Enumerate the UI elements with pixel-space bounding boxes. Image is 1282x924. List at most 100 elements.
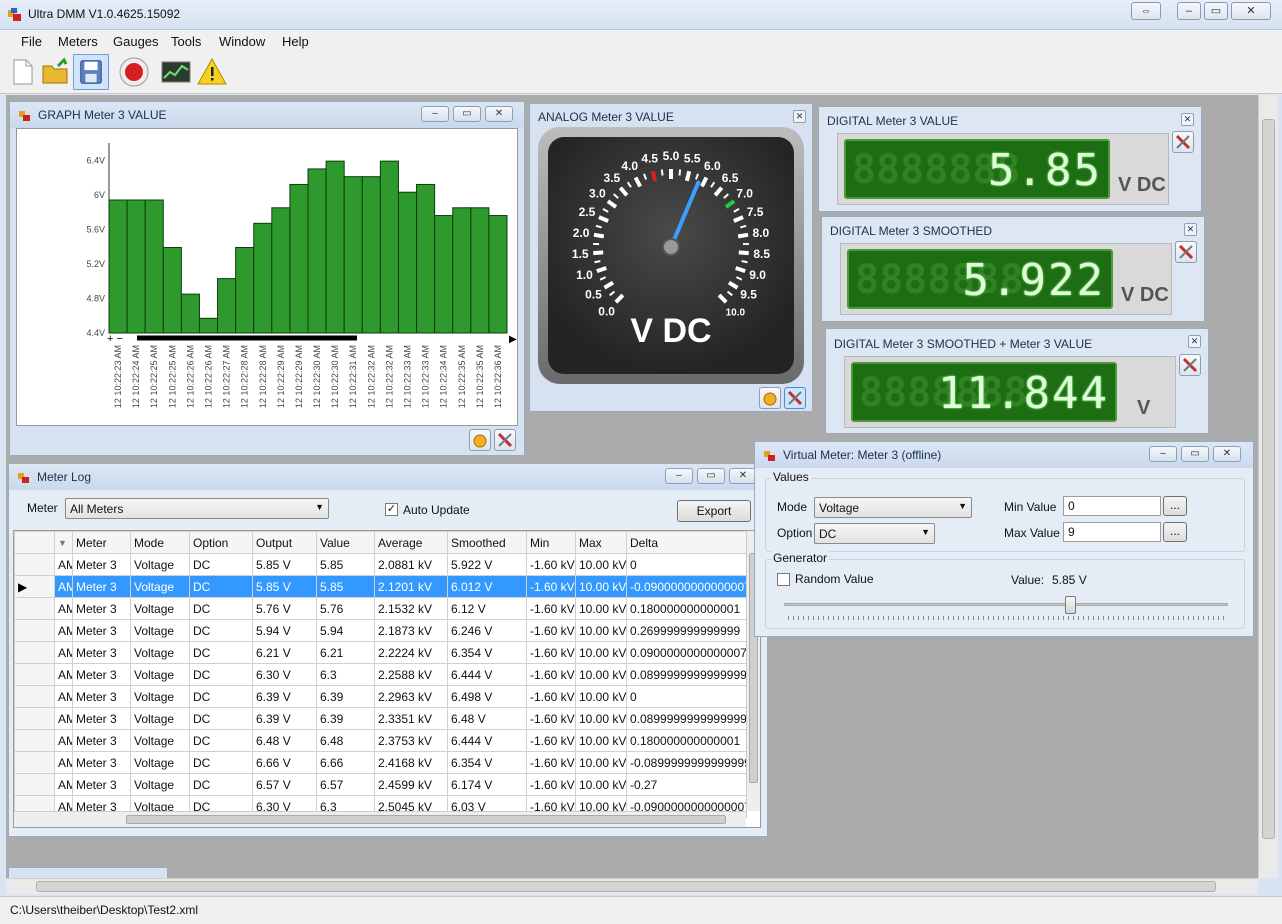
table-cell[interactable]: AM: [54, 619, 73, 642]
table-cell[interactable]: -1.60 kV: [526, 773, 576, 796]
close-button[interactable]: ✕: [1181, 113, 1194, 126]
table-cell[interactable]: 5.85: [316, 553, 375, 576]
table-row[interactable]: AMMeter 3VoltageDC6.66 V6.662.4168 kV6.3…: [14, 751, 747, 774]
mdi-vertical-scrollbar[interactable]: [1258, 95, 1278, 878]
digital-3-settings-button[interactable]: [1179, 354, 1201, 376]
table-cell[interactable]: AM: [54, 707, 73, 730]
table-cell[interactable]: 10.00 kV: [575, 773, 627, 796]
row-header[interactable]: [14, 729, 55, 752]
table-cell[interactable]: Voltage: [130, 619, 190, 642]
table-cell[interactable]: AM: [54, 597, 73, 620]
table-cell[interactable]: Voltage: [130, 575, 190, 598]
table-row[interactable]: AMMeter 3VoltageDC6.39 V6.392.2963 kV6.4…: [14, 685, 747, 708]
minimize-button[interactable]: –: [1149, 446, 1177, 462]
table-cell[interactable]: 6.444 V: [447, 729, 527, 752]
close-button[interactable]: ✕: [1184, 223, 1197, 236]
table-cell[interactable]: 6.354 V: [447, 641, 527, 664]
new-file-icon[interactable]: [6, 56, 38, 88]
warning-icon[interactable]: [196, 56, 228, 88]
close-button[interactable]: ✕: [485, 106, 513, 122]
minimize-button[interactable]: –: [421, 106, 449, 122]
table-cell[interactable]: Meter 3: [72, 751, 131, 774]
table-row[interactable]: AMMeter 3VoltageDC5.76 V5.762.1532 kV6.1…: [14, 597, 747, 620]
table-cell[interactable]: Voltage: [130, 641, 190, 664]
table-cell[interactable]: Meter 3: [72, 553, 131, 576]
table-cell[interactable]: Voltage: [130, 597, 190, 620]
table-cell[interactable]: -1.60 kV: [526, 619, 576, 642]
close-button[interactable]: ✕: [1188, 335, 1201, 348]
menu-window[interactable]: Window: [219, 34, 265, 49]
table-cell[interactable]: 2.3351 kV: [374, 707, 448, 730]
random-value-checkbox[interactable]: [777, 573, 790, 586]
analog-pin-button[interactable]: [759, 387, 781, 409]
digital-1-settings-button[interactable]: [1172, 131, 1194, 153]
table-cell[interactable]: 6.012 V: [447, 575, 527, 598]
column-header-mode[interactable]: Mode: [130, 531, 190, 554]
column-header-max[interactable]: Max: [575, 531, 627, 554]
table-cell[interactable]: 5.94 V: [252, 619, 317, 642]
table-cell[interactable]: Meter 3: [72, 773, 131, 796]
table-cell[interactable]: 5.85 V: [252, 553, 317, 576]
table-cell[interactable]: 2.1873 kV: [374, 619, 448, 642]
table-cell[interactable]: -0.0899999999999999: [626, 751, 747, 774]
table-row[interactable]: AMMeter 3VoltageDC5.94 V5.942.1873 kV6.2…: [14, 619, 747, 642]
value-slider[interactable]: [784, 596, 1228, 621]
min-value-browse-button[interactable]: ...: [1163, 496, 1187, 516]
open-folder-icon[interactable]: [40, 56, 72, 88]
table-cell[interactable]: 5.85 V: [252, 575, 317, 598]
column-header-value[interactable]: Value: [316, 531, 375, 554]
graph-settings-button[interactable]: [494, 429, 516, 451]
save-button[interactable]: [73, 54, 109, 90]
minimize-button[interactable]: –: [1177, 2, 1201, 20]
table-cell[interactable]: -1.60 kV: [526, 751, 576, 774]
min-value-input[interactable]: 0: [1063, 496, 1161, 516]
table-cell[interactable]: 0: [626, 685, 747, 708]
table-cell[interactable]: 5.76: [316, 597, 375, 620]
table-cell[interactable]: 10.00 kV: [575, 707, 627, 730]
column-header-smoothed[interactable]: Smoothed: [447, 531, 527, 554]
table-cell[interactable]: 10.00 kV: [575, 575, 627, 598]
table-cell[interactable]: Voltage: [130, 685, 190, 708]
table-cell[interactable]: 6.21 V: [252, 641, 317, 664]
table-cell[interactable]: -0.27: [626, 773, 747, 796]
row-header[interactable]: [14, 597, 55, 620]
menu-gauges[interactable]: Gauges: [113, 34, 159, 49]
table-cell[interactable]: 5.76 V: [252, 597, 317, 620]
analog-settings-button[interactable]: [784, 387, 806, 409]
record-icon[interactable]: [118, 56, 150, 88]
table-cell[interactable]: 5.94: [316, 619, 375, 642]
table-cell[interactable]: Voltage: [130, 707, 190, 730]
column-header-output[interactable]: Output: [252, 531, 317, 554]
table-cell[interactable]: 6.39 V: [252, 707, 317, 730]
table-cell[interactable]: AM: [54, 773, 73, 796]
table-cell[interactable]: Voltage: [130, 553, 190, 576]
table-cell[interactable]: 0.180000000000001: [626, 597, 747, 620]
max-value-browse-button[interactable]: ...: [1163, 522, 1187, 542]
table-cell[interactable]: Meter 3: [72, 619, 131, 642]
maximize-button[interactable]: ▭: [1181, 446, 1209, 462]
table-cell[interactable]: Voltage: [130, 751, 190, 774]
row-header[interactable]: [14, 553, 55, 576]
table-row[interactable]: AMMeter 3VoltageDC6.30 V6.32.2588 kV6.44…: [14, 663, 747, 686]
row-header[interactable]: [14, 619, 55, 642]
table-cell[interactable]: 0.0899999999999999: [626, 663, 747, 686]
table-cell[interactable]: Voltage: [130, 663, 190, 686]
table-cell[interactable]: Meter 3: [72, 685, 131, 708]
table-cell[interactable]: 2.4168 kV: [374, 751, 448, 774]
minimized-window[interactable]: [8, 867, 168, 878]
table-cell[interactable]: 6.39: [316, 685, 375, 708]
table-cell[interactable]: AM: [54, 553, 73, 576]
row-header[interactable]: [14, 751, 55, 774]
restore-tile-button[interactable]: ⇔: [1131, 2, 1161, 20]
table-cell[interactable]: 10.00 kV: [575, 729, 627, 752]
table-cell[interactable]: Meter 3: [72, 707, 131, 730]
mode-select[interactable]: Voltage ▼: [814, 497, 972, 518]
table-cell[interactable]: 6.12 V: [447, 597, 527, 620]
close-button[interactable]: ✕: [793, 110, 806, 123]
table-cell[interactable]: -1.60 kV: [526, 685, 576, 708]
slider-thumb[interactable]: [1065, 596, 1076, 614]
table-cell[interactable]: Voltage: [130, 773, 190, 796]
table-cell[interactable]: 6.354 V: [447, 751, 527, 774]
row-header[interactable]: [14, 707, 55, 730]
max-value-input[interactable]: 9: [1063, 522, 1161, 542]
